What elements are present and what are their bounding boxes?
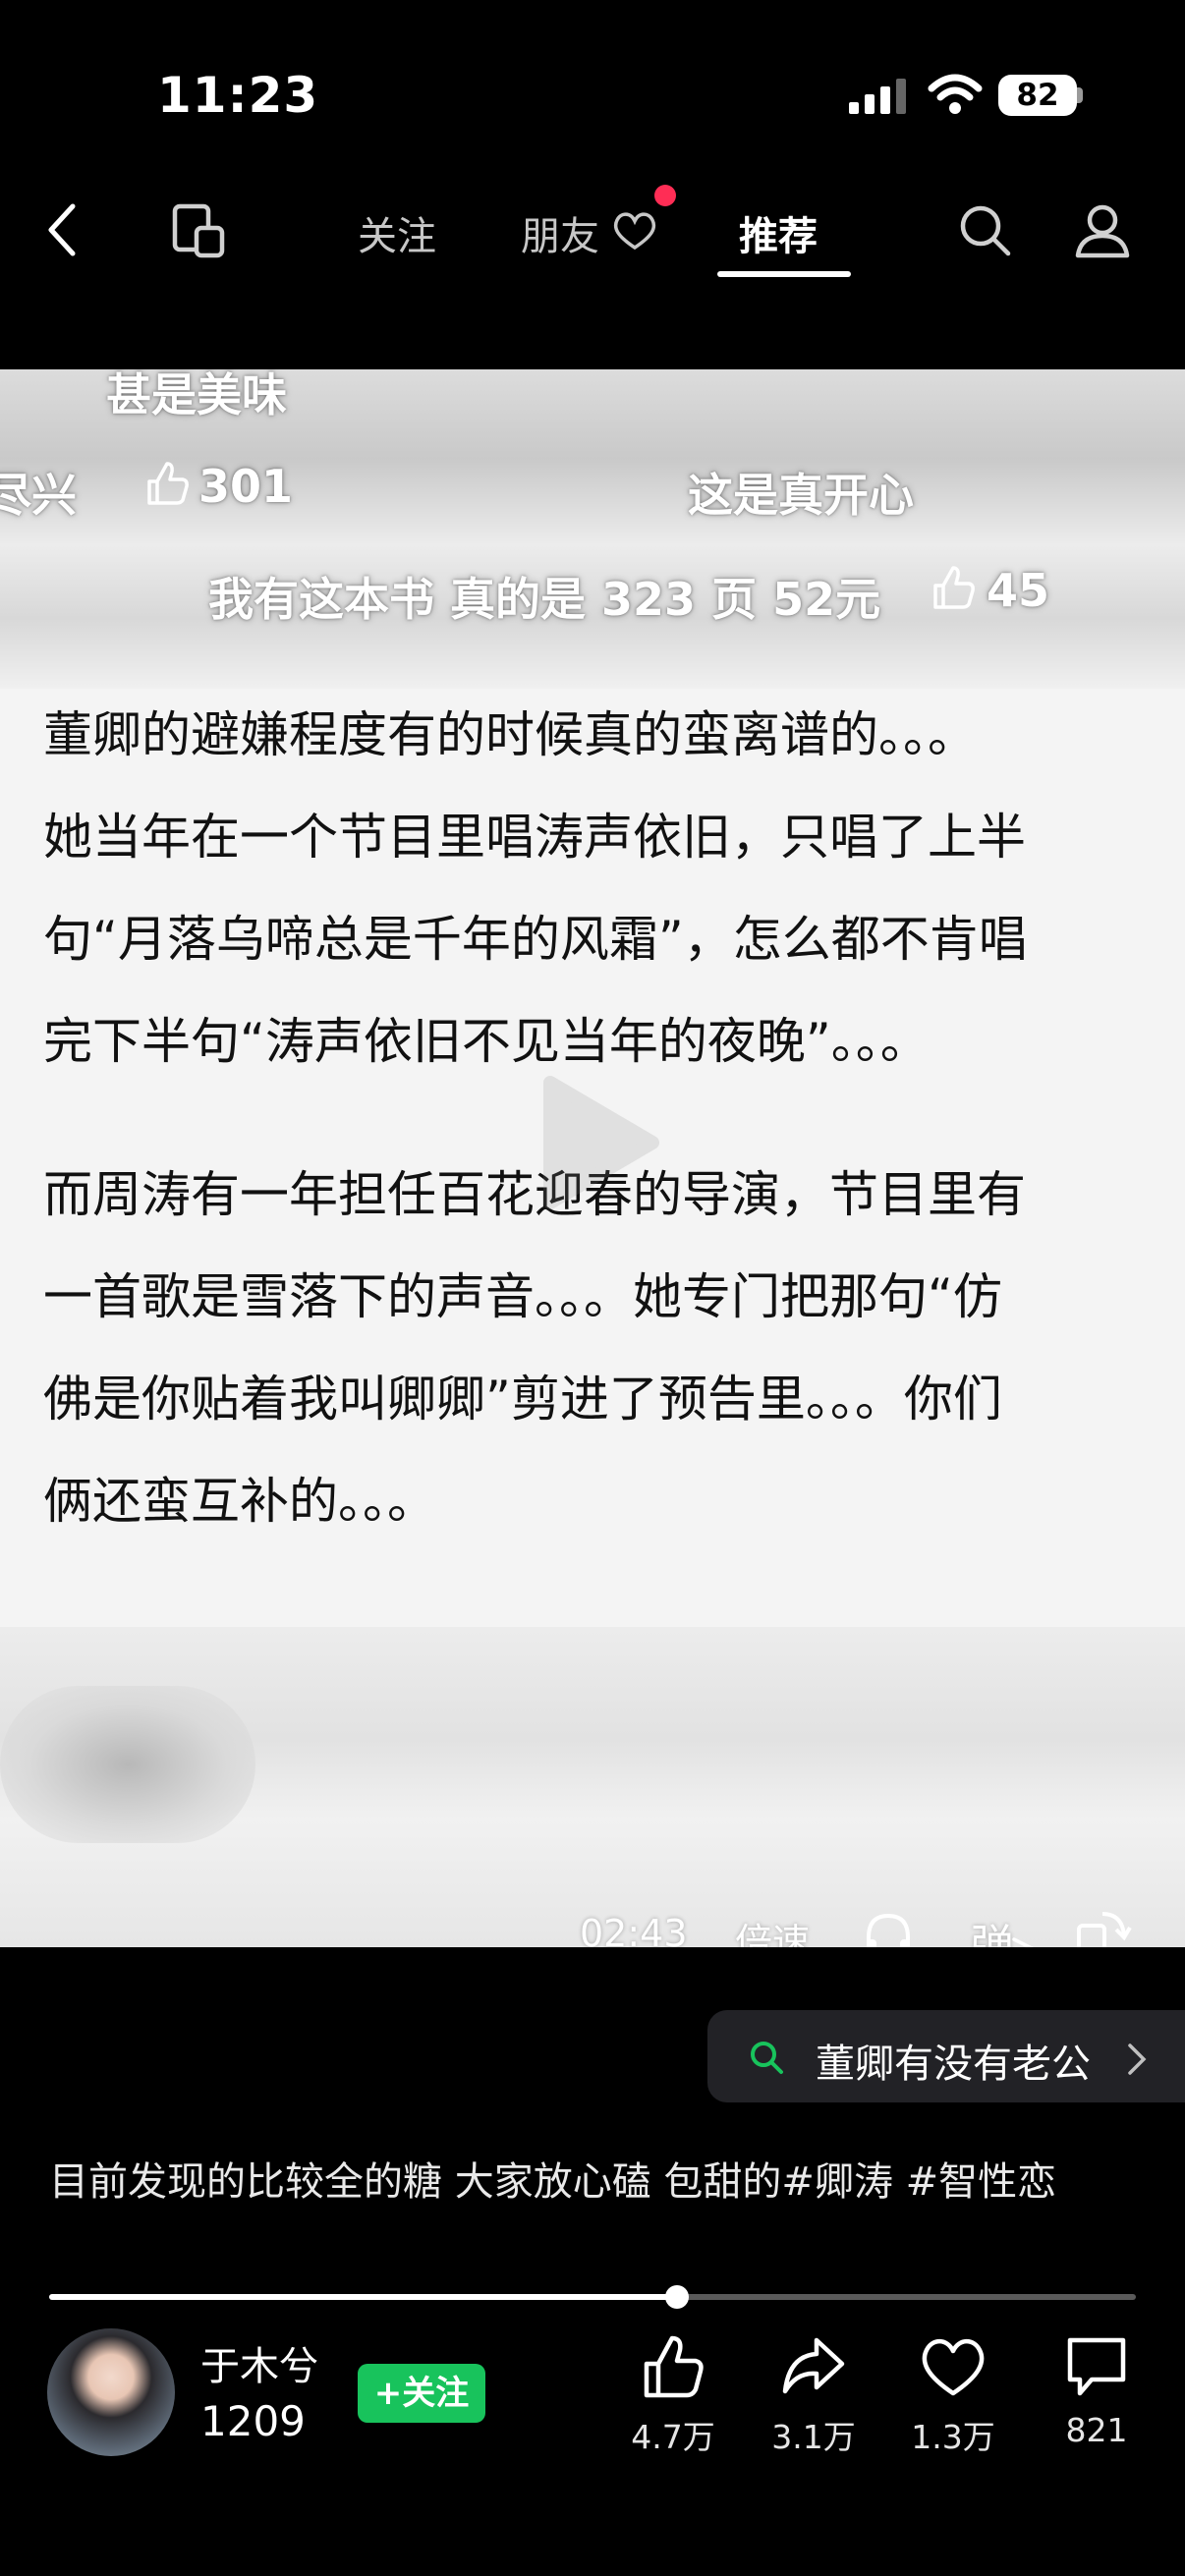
author-name[interactable]: 于木兮 <box>200 2334 318 2391</box>
thumb-up-icon <box>933 566 975 609</box>
thumb-up-icon <box>147 462 189 505</box>
comment-icon <box>1067 2337 1126 2396</box>
playback-time: 02:43 <box>580 1912 688 1947</box>
search-suggestion-text: 董卿有没有老公 <box>816 2042 1091 2087</box>
comment-count: 821 <box>1065 2411 1128 2449</box>
ghost-comment-text: 尽兴 <box>0 469 77 522</box>
danmaku-toggle-icon <box>1012 1937 1034 1947</box>
chevron-right-icon <box>1128 2044 1147 2075</box>
multi-device-icon[interactable] <box>169 200 230 261</box>
tab-recommend[interactable]: 推荐 <box>739 204 818 261</box>
favorite-button[interactable]: 1.3万 <box>894 2332 1012 2458</box>
tab-following[interactable]: 关注 <box>358 204 436 261</box>
ghost-comment-text: 甚是美味 <box>106 369 287 421</box>
heart-icon <box>613 212 656 251</box>
headphones-icon[interactable] <box>861 1908 916 1947</box>
play-icon[interactable] <box>521 1069 668 1216</box>
text-line: 董卿的避嫌程度有的时候真的蛮离谱的。。。 <box>43 706 977 763</box>
thumb-up-icon <box>644 2335 704 2398</box>
share-count: 3.1万 <box>771 2418 856 2456</box>
avatar[interactable] <box>47 2328 175 2456</box>
text-line: 俩还蛮互补的。。。 <box>43 1473 436 1530</box>
text-line: 她当年在一个节目里唱涛声依旧，只唱了上半 <box>43 809 1026 866</box>
back-icon[interactable] <box>43 202 83 257</box>
ghost-comment-text: 这是真开心 <box>688 469 914 522</box>
follow-button[interactable]: +关注 <box>358 2364 485 2423</box>
status-time: 11:23 <box>157 67 319 124</box>
favorite-count: 1.3万 <box>911 2418 995 2456</box>
share-icon <box>782 2337 845 2394</box>
video-player[interactable]: 甚是美味 尽兴 301 这是真开心 我有这本书 真的是 323 页 52元 45… <box>0 369 1185 1947</box>
ghost-comment-text: 我有这本书 真的是 323 页 52元 <box>208 573 881 626</box>
search-icon[interactable] <box>957 202 1012 257</box>
battery-level: 82 <box>998 75 1077 116</box>
ghost-comment-likes: 45 <box>987 564 1050 617</box>
cellular-signal-icon <box>849 79 908 114</box>
author-count: 1209 <box>200 2397 306 2445</box>
heart-icon <box>922 2338 985 2396</box>
active-tab-indicator <box>717 271 851 277</box>
progress-fill <box>49 2294 678 2300</box>
text-line: 佛是你贴着我叫卿卿”剪进了预告里。。。你们 <box>43 1371 1002 1428</box>
battery-tip <box>1077 87 1083 103</box>
share-button[interactable]: 3.1万 <box>755 2332 873 2458</box>
like-count: 4.7万 <box>631 2418 715 2456</box>
profile-icon[interactable] <box>1073 200 1132 259</box>
speed-button[interactable]: 倍速 <box>735 1912 810 1947</box>
notification-dot <box>654 185 676 206</box>
progress-handle[interactable] <box>665 2285 690 2309</box>
search-icon <box>751 2042 783 2074</box>
wifi-icon <box>928 74 983 114</box>
like-button[interactable]: 4.7万 <box>614 2332 732 2458</box>
comment-button[interactable]: 821 <box>1038 2332 1156 2449</box>
video-caption[interactable]: 目前发现的比较全的糖 大家放心磕 包甜的#卿涛 #智性恋 <box>49 2148 1130 2216</box>
text-line: 一首歌是雪落下的声音。。。她专门把那句“仿 <box>43 1268 1002 1325</box>
text-line: 句“月落乌啼总是千年的风霜”，怎么都不肯唱 <box>43 911 1028 968</box>
fullscreen-rotate-icon[interactable] <box>1073 1906 1134 1947</box>
blurred-shape <box>0 1686 255 1843</box>
ghost-comment-likes: 301 <box>198 460 294 513</box>
tab-friends[interactable]: 朋友 <box>521 204 599 261</box>
